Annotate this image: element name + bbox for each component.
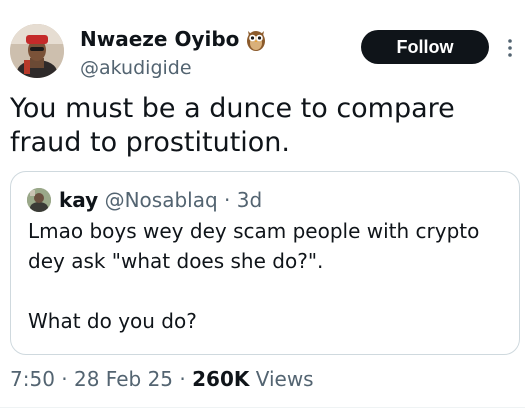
views-label: Views bbox=[255, 367, 314, 391]
tweet-text: You must be a dunce to compare fraud to … bbox=[10, 93, 455, 158]
follow-button[interactable]: Follow bbox=[361, 30, 489, 64]
more-vertical-icon[interactable] bbox=[503, 36, 517, 60]
quote-timestamp[interactable]: 3d bbox=[237, 188, 262, 212]
tweet-meta: 7:50 · 28 Feb 25 · 260K Views bbox=[10, 365, 314, 393]
quote-text: Lmao boys wey dey scam people with crypt… bbox=[28, 219, 480, 333]
owl-emoji-icon bbox=[245, 27, 267, 51]
author-avatar[interactable] bbox=[10, 24, 64, 78]
author-name[interactable]: Nwaeze Oyibo bbox=[80, 26, 267, 52]
quote-author-avatar[interactable] bbox=[27, 188, 51, 212]
quoted-tweet-card[interactable]: kay @Nosablaq · 3d Lmao boys wey dey sca… bbox=[10, 171, 520, 355]
tweet-time[interactable]: 7:50 bbox=[10, 367, 55, 391]
quote-separator: · bbox=[224, 188, 231, 212]
divider bbox=[0, 407, 525, 408]
author-display-name[interactable]: Nwaeze Oyibo bbox=[80, 26, 239, 52]
quote-header: kay @Nosablaq · 3d bbox=[59, 186, 262, 214]
avatar-image bbox=[10, 24, 64, 78]
quote-author-name[interactable]: kay bbox=[59, 188, 98, 212]
meta-separator: · bbox=[61, 367, 68, 391]
quote-author-handle[interactable]: @Nosablaq bbox=[105, 188, 218, 212]
author-handle[interactable]: @akudigide bbox=[80, 56, 192, 80]
quote-avatar-image bbox=[27, 188, 51, 212]
meta-separator-2: · bbox=[179, 367, 186, 391]
views-count: 260K bbox=[192, 367, 250, 391]
tweet-date[interactable]: 28 Feb 25 bbox=[74, 367, 173, 391]
